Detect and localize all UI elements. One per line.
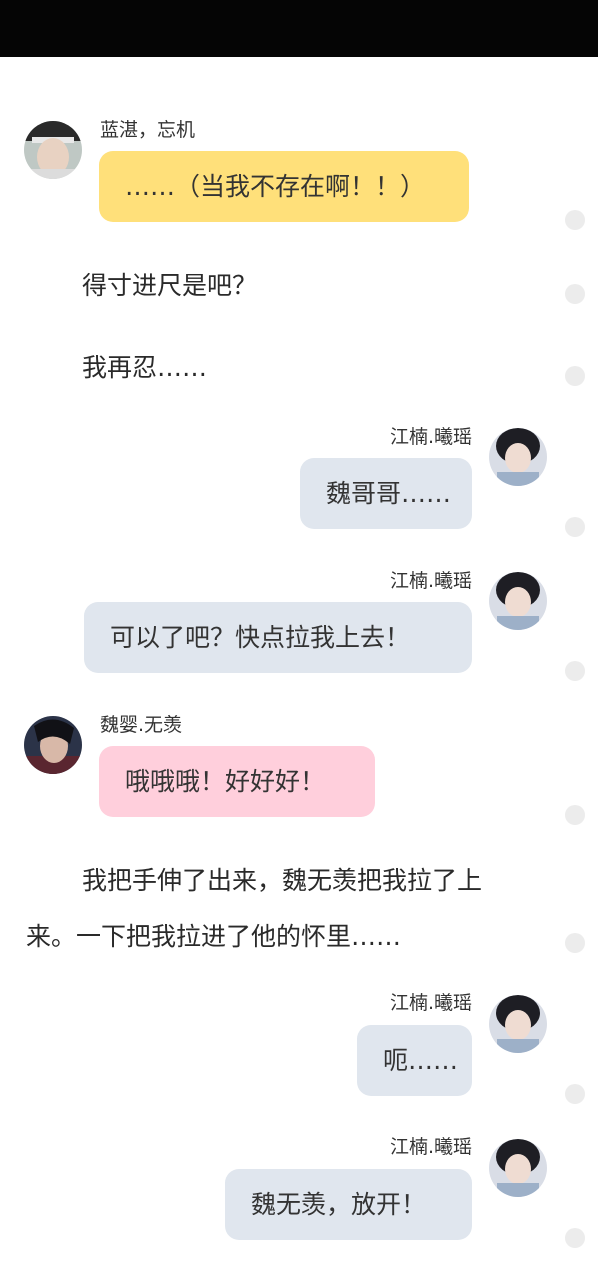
message-action-dot[interactable] [565, 366, 585, 386]
sender-name: 江楠.曦瑶 [389, 1136, 472, 1158]
lan-zhan-avatar[interactable] [24, 121, 82, 179]
jiang-nan-avatar[interactable] [489, 428, 547, 486]
message-action-dot[interactable] [565, 933, 585, 953]
message-action-dot[interactable] [565, 284, 585, 304]
wei-ying-avatar[interactable] [24, 716, 82, 774]
message-bubble[interactable]: 魏哥哥…… [300, 458, 472, 529]
message-action-dot[interactable] [565, 1084, 585, 1104]
message-action-dot[interactable] [565, 661, 585, 681]
jiang-nan-avatar[interactable] [489, 572, 547, 630]
message-bubble[interactable]: 呃…… [357, 1025, 472, 1096]
narration-text: 我再忍…… [82, 353, 208, 382]
sender-name: 江楠.曦瑶 [389, 570, 472, 592]
message-bubble[interactable]: 哦哦哦！好好好！ [99, 746, 375, 817]
sender-name: 江楠.曦瑶 [389, 426, 472, 448]
message-bubble[interactable]: ……（当我不存在啊！！） [99, 151, 469, 222]
narration-text: 来。一下把我拉进了他的怀里…… [26, 922, 402, 951]
sender-name: 魏婴.无羡 [100, 714, 183, 736]
jiang-nan-avatar[interactable] [489, 1139, 547, 1197]
status-bar [0, 0, 598, 57]
message-bubble[interactable]: 魏无羡，放开！ [225, 1169, 472, 1240]
message-action-dot[interactable] [565, 805, 585, 825]
narration-text: 得寸进尺是吧？ [82, 271, 258, 300]
sender-name: 江楠.曦瑶 [389, 992, 472, 1014]
jiang-nan-avatar[interactable] [489, 995, 547, 1053]
message-action-dot[interactable] [565, 210, 585, 230]
sender-name: 蓝湛，忘机 [100, 119, 196, 141]
narration-text: 我把手伸了出来，魏无羡把我拉了上 [82, 866, 483, 895]
message-bubble[interactable]: 可以了吧？快点拉我上去！ [84, 602, 472, 673]
message-action-dot[interactable] [565, 1228, 585, 1248]
message-action-dot[interactable] [565, 517, 585, 537]
